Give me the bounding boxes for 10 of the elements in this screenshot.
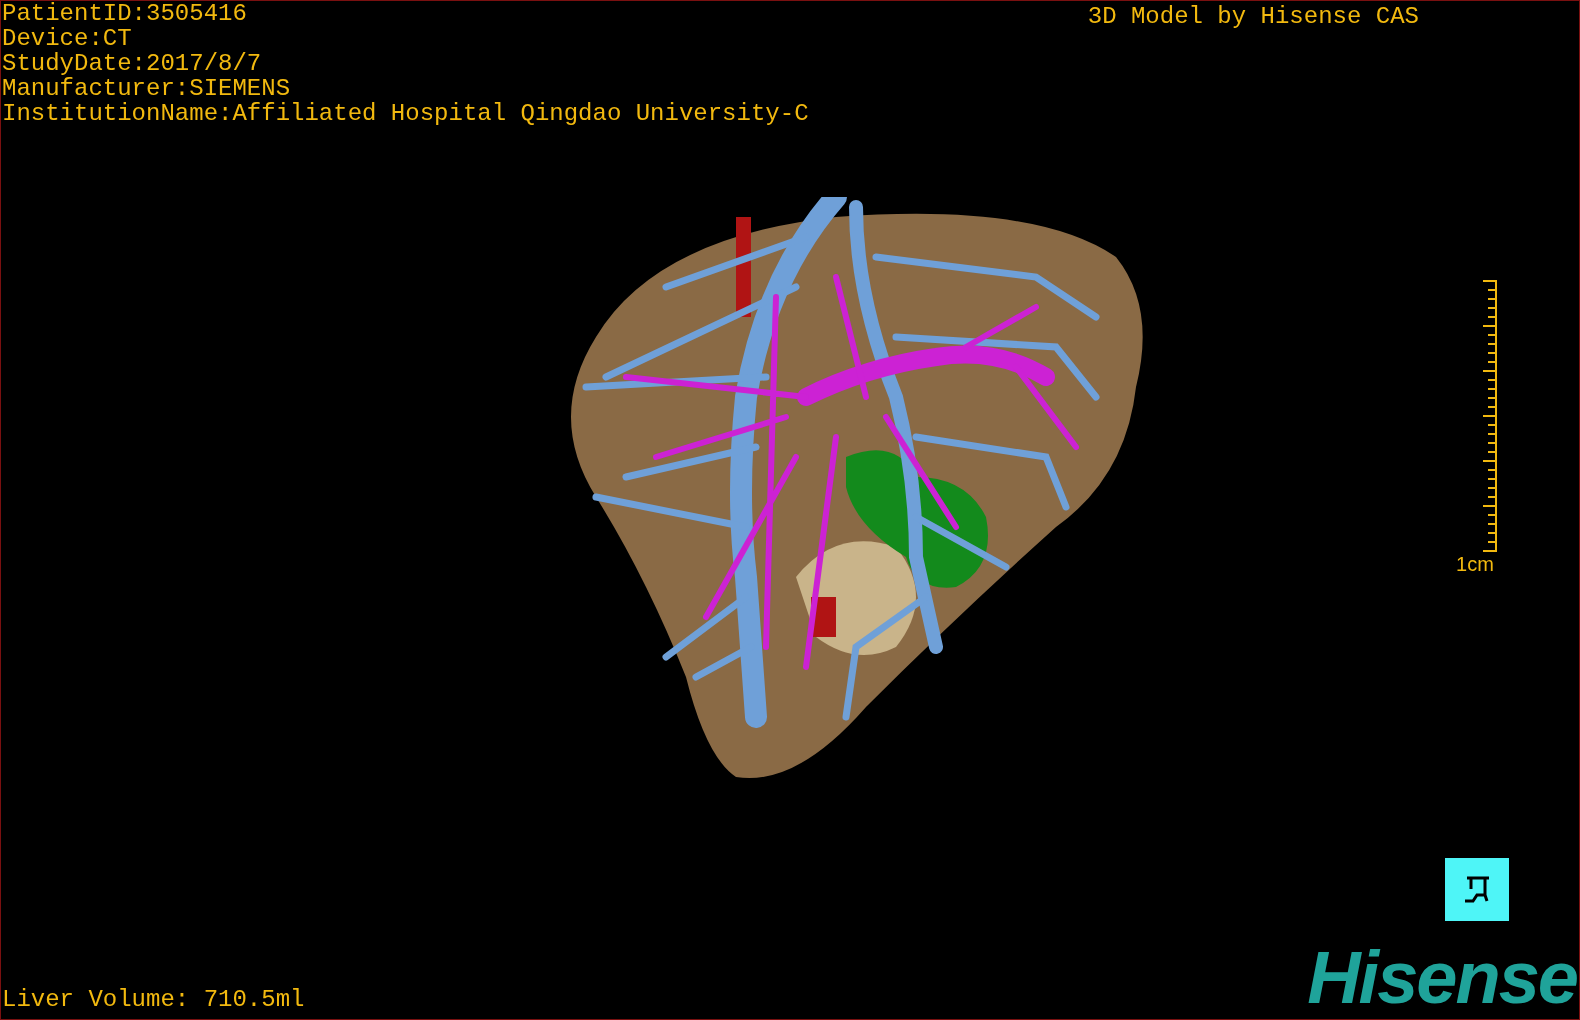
patient-info-text: Manufacturer:SIEMENS: [2, 76, 292, 101]
scale-label: 1cm: [1456, 553, 1494, 575]
viewer-title: 3D Model by Hisense CAS: [1087, 4, 1419, 29]
liver-volume-text: Liver Volume: 710.5ml: [1, 987, 305, 1015]
patient-info-text: InstitutionName:Affiliated Hospital Qingdao University-C: [2, 101, 809, 126]
orientation-marker[interactable]: [1445, 858, 1509, 921]
patient-info-text: StudyDate:2017/8/7: [2, 51, 263, 76]
patient-info-text: Device:CT: [2, 26, 133, 51]
brand-logo: Hisense: [1307, 947, 1578, 1019]
patient-info-text: PatientID:3505416: [2, 1, 248, 26]
